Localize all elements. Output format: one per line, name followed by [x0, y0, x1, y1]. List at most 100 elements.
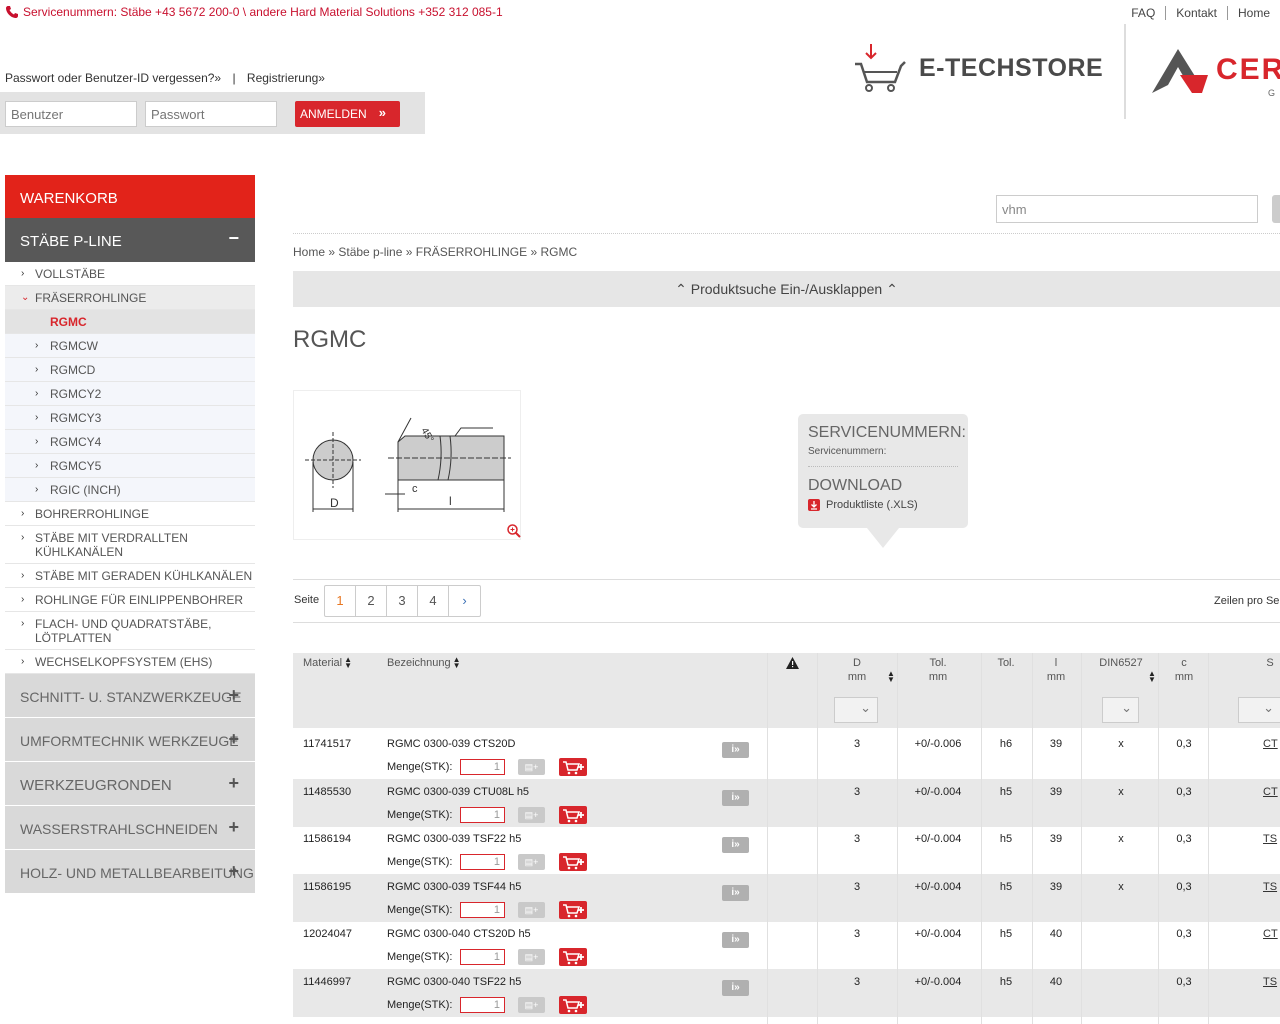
- forgot-password-link[interactable]: Passwort oder Benutzer-ID vergessen?»: [5, 71, 221, 85]
- quantity-input[interactable]: [460, 997, 505, 1013]
- sidebar-item-rgmcy3[interactable]: › RGMCY3: [5, 406, 255, 430]
- sort-icon[interactable]: ▲ ▼: [1148, 670, 1156, 684]
- sidebar-item-stäbe-mit-verdrallten-kühlkanälen[interactable]: › STÄBE MIT VERDRALLTEN KÜHLKANÄLEN: [5, 526, 255, 564]
- breadcrumb-rgmc[interactable]: RGMC: [540, 245, 577, 259]
- col-bezeichnung[interactable]: Bezeichnung ▲ ▼: [387, 656, 461, 670]
- info-button[interactable]: i»: [722, 789, 749, 806]
- sidebar-item-rgmcy5[interactable]: › RGMCY5: [5, 454, 255, 478]
- next-page-chevron-icon[interactable]: ›: [449, 586, 480, 616]
- home-link[interactable]: Home: [1226, 6, 1280, 20]
- add-to-cart-button[interactable]: [559, 853, 587, 872]
- standard-link[interactable]: CT: [1263, 786, 1278, 798]
- page-1-button[interactable]: 1: [325, 586, 356, 616]
- standard-link[interactable]: CT: [1263, 738, 1278, 750]
- cell-tol: +0/-0.004: [914, 976, 962, 988]
- sidebar-section-staebe-pline[interactable]: STÄBE P-LINE −: [5, 218, 255, 262]
- sidebar-item-fräserrohlinge[interactable]: ⌄ FRÄSERROHLINGE: [5, 286, 255, 310]
- standard-link[interactable]: TS: [1263, 976, 1277, 988]
- add-to-cart-button[interactable]: [559, 996, 587, 1014]
- add-to-list-button[interactable]: ▤+: [518, 759, 545, 775]
- page-3-button[interactable]: 3: [387, 586, 418, 616]
- standard-link[interactable]: TS: [1263, 833, 1277, 845]
- sidebar-item-bohrerrohlinge[interactable]: › BOHRERROHLINGE: [5, 502, 255, 526]
- sidebar-item-stäbe-mit-geraden-kühlkanälen[interactable]: › STÄBE MIT GERADEN KÜHLKANÄLEN: [5, 564, 255, 588]
- sidebar-item-rgmcy2[interactable]: › RGMCY2: [5, 382, 255, 406]
- search-button[interactable]: [1272, 195, 1280, 223]
- sidebar-category[interactable]: WASSERSTRAHLSCHNEIDEN +: [5, 806, 255, 850]
- add-to-cart-button[interactable]: [559, 758, 587, 776]
- page-4-button[interactable]: 4: [418, 586, 449, 616]
- quantity-input[interactable]: [460, 901, 505, 918]
- sidebar-item-rgmcw[interactable]: › RGMCW: [5, 334, 255, 358]
- standard-link[interactable]: CT: [1263, 928, 1278, 940]
- sidebar-item-rgmc[interactable]: RGMC: [5, 310, 255, 334]
- sidebar-category[interactable]: SCHNITT- U. STANZWERKZEUGE +: [5, 674, 255, 718]
- sidebar-item-rohlinge-für-einlippenbohrer[interactable]: › ROHLINGE FÜR EINLIPPENBOHRER: [5, 588, 255, 612]
- search-input[interactable]: [996, 195, 1258, 223]
- info-button[interactable]: i»: [722, 742, 749, 758]
- filter-din-select[interactable]: [1102, 697, 1139, 723]
- breadcrumb-home[interactable]: Home: [293, 245, 325, 259]
- info-button[interactable]: i»: [722, 837, 749, 854]
- quantity-input[interactable]: [460, 949, 505, 966]
- product-list-download[interactable]: Produktliste (.XLS): [808, 499, 958, 511]
- sidebar-item-rgmcd[interactable]: › RGMCD: [5, 358, 255, 382]
- standard-link[interactable]: TS: [1263, 881, 1277, 893]
- filter-d-select[interactable]: [834, 697, 878, 723]
- top-links: FAQ Kontakt Home: [1121, 6, 1280, 20]
- info-button[interactable]: i»: [722, 884, 749, 901]
- sidebar-category-label: WASSERSTRAHLSCHNEIDEN: [20, 821, 218, 837]
- cell-c: 0,3: [1176, 976, 1192, 988]
- add-to-list-button[interactable]: ▤+: [518, 901, 545, 918]
- sidebar-category[interactable]: UMFORMTECHNIK WERKZEUGE +: [5, 718, 255, 762]
- faq-link[interactable]: FAQ: [1121, 6, 1165, 20]
- col-bezeichnung-label: Bezeichnung: [387, 657, 451, 669]
- cell-tol2: h6: [999, 738, 1013, 750]
- login-button[interactable]: ANMELDEN »: [295, 101, 400, 127]
- sidebar-item-vollstäbe[interactable]: › VOLLSTÄBE: [5, 262, 255, 286]
- download-icon: [808, 499, 820, 511]
- add-to-list-button[interactable]: ▤+: [518, 854, 545, 871]
- sidebar-item-rgmcy4[interactable]: › RGMCY4: [5, 430, 255, 454]
- add-to-list-button[interactable]: ▤+: [518, 806, 545, 823]
- product-search-toggle[interactable]: ⌃ Produktsuche Ein-/Ausklappen ⌃: [293, 271, 1280, 307]
- add-to-list-button[interactable]: ▤+: [518, 949, 545, 966]
- material-number: 11485530: [303, 785, 352, 798]
- add-to-cart-button[interactable]: [559, 900, 587, 919]
- zoom-in-icon[interactable]: [506, 523, 522, 539]
- cell-c: 0,3: [1176, 928, 1192, 941]
- quantity-input[interactable]: [460, 806, 505, 823]
- password-input[interactable]: [145, 101, 277, 127]
- page-2-button[interactable]: 2: [356, 586, 387, 616]
- sidebar-item-flach-und-quadratstäbe-lötplatten[interactable]: › FLACH- UND QUADRATSTÄBE, LÖTPLATTEN: [5, 612, 255, 650]
- filter-s-select[interactable]: [1238, 697, 1280, 723]
- add-to-list-button[interactable]: ▤+: [518, 997, 545, 1013]
- product-drawing[interactable]: D l c 45°: [293, 390, 521, 540]
- quantity-input[interactable]: [460, 854, 505, 871]
- breadcrumb-fraeserrohlinge[interactable]: FRÄSERROHLINGE: [416, 245, 527, 259]
- info-button[interactable]: i»: [722, 980, 749, 996]
- add-to-cart-button[interactable]: [559, 805, 587, 824]
- info-button[interactable]: i»: [722, 932, 749, 949]
- kontakt-link[interactable]: Kontakt: [1165, 6, 1227, 20]
- sidebar-category[interactable]: WERKZEUGRONDEN +: [5, 762, 255, 806]
- ceratizit-logo[interactable]: CER: [1150, 45, 1280, 95]
- col-d[interactable]: Dmm: [817, 656, 897, 684]
- cell-tol: +0/-0.004: [914, 833, 962, 846]
- add-to-cart-button[interactable]: [559, 948, 587, 967]
- material-number: 11586195: [303, 880, 352, 893]
- sort-icon[interactable]: ▲ ▼: [887, 670, 895, 684]
- sidebar-category[interactable]: HOLZ- UND METALLBEARBEITUNG +: [5, 850, 255, 894]
- register-link[interactable]: Registrierung»: [247, 71, 325, 85]
- sidebar-item-wechselkopfsystem-ehs-[interactable]: › WECHSELKOPFSYSTEM (EHS): [5, 650, 255, 674]
- col-din6527[interactable]: DIN6527: [1085, 656, 1157, 670]
- quantity-input[interactable]: [460, 759, 505, 775]
- cell-din: x: [1118, 785, 1124, 798]
- username-input[interactable]: [5, 101, 137, 127]
- col-material[interactable]: Material ▲ ▼: [303, 656, 352, 670]
- etechstore-logo[interactable]: E-TECHSTORE: [853, 42, 1103, 94]
- sidebar-item-rgic-inch-[interactable]: › RGIC (INCH): [5, 478, 255, 502]
- cart-link[interactable]: WARENKORB: [5, 175, 255, 218]
- cell-c: 0,3: [1176, 880, 1192, 893]
- breadcrumb-staebe[interactable]: Stäbe p-line: [338, 245, 402, 259]
